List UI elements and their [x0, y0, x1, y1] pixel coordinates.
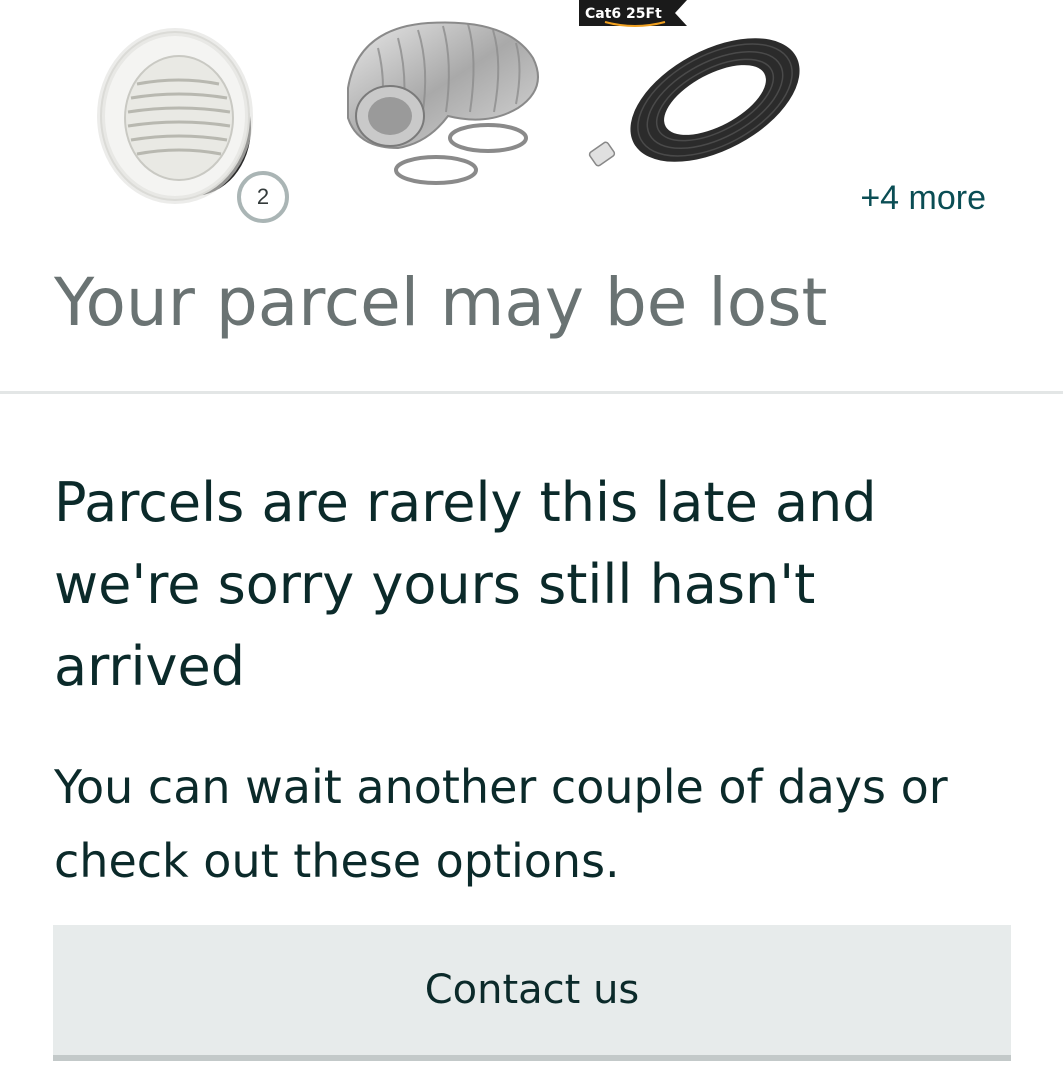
section-divider [0, 391, 1063, 394]
delay-subtext: You can wait another couple of days or c… [54, 760, 948, 888]
quantity-badge: 2 [237, 171, 289, 223]
more-items-link[interactable]: +4 more [860, 176, 986, 220]
product-image-cable[interactable]: Cat6 25Ft [575, 0, 815, 180]
vent-icon [97, 28, 253, 204]
contact-us-button[interactable]: Contact us [53, 925, 1011, 1061]
product-image-duct[interactable] [318, 8, 550, 198]
duct-icon [347, 21, 539, 185]
product-strip: Cat6 25Ft 2 +4 more [0, 0, 1063, 240]
delay-headline: Parcels are rarely this late and we're s… [54, 471, 877, 698]
product-image-vent[interactable] [95, 18, 260, 208]
lost-parcel-screen: Cat6 25Ft 2 +4 more Your parcel may be l… [0, 0, 1063, 1080]
cable-icon: Cat6 25Ft [579, 0, 800, 167]
page-title: Your parcel may be lost [54, 264, 828, 341]
cable-tag-text: Cat6 25Ft [585, 6, 662, 22]
